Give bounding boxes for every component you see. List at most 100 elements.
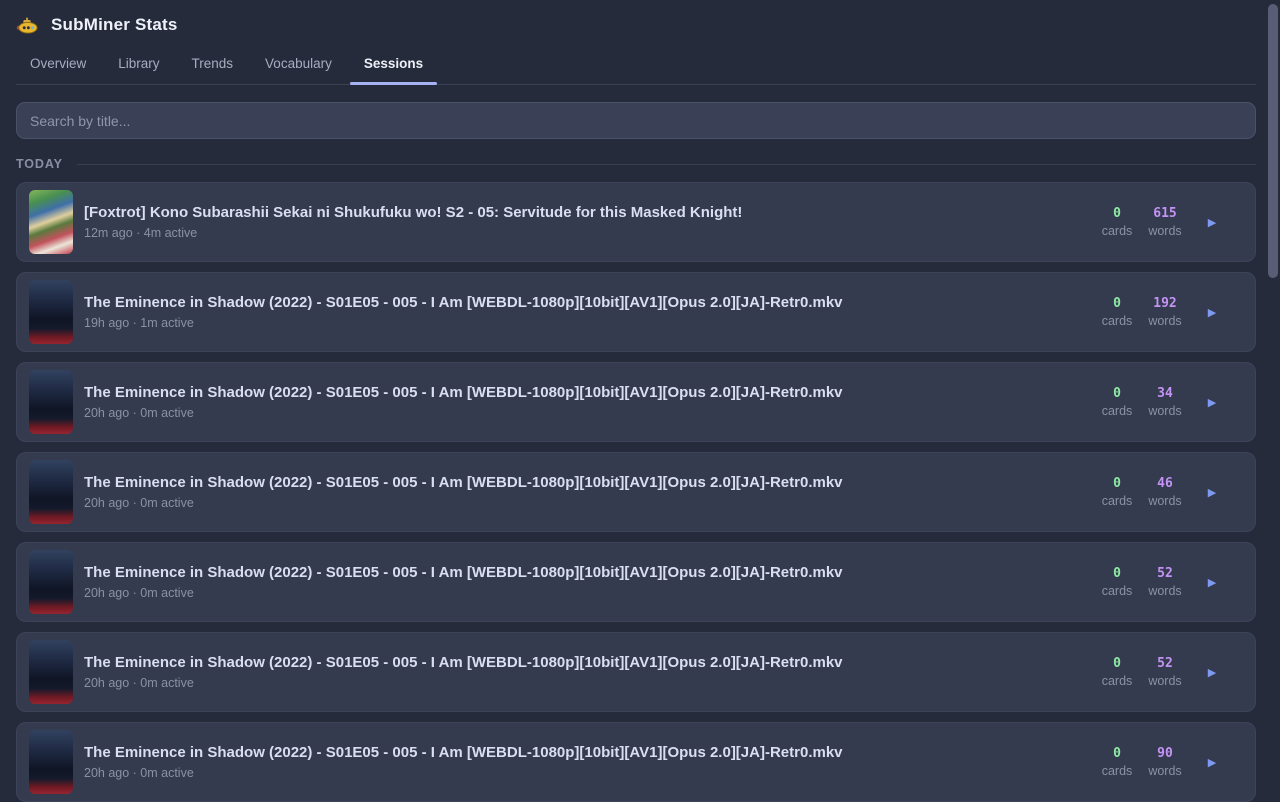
cards-label: cards (1093, 674, 1141, 688)
cards-label: cards (1093, 404, 1141, 418)
tab-trends[interactable]: Trends (178, 46, 248, 84)
cards-count: 0 (1093, 476, 1141, 491)
cards-label: cards (1093, 224, 1141, 238)
session-meta: 12m ago · 4m active (84, 226, 1093, 240)
tab-vocabulary[interactable]: Vocabulary (251, 46, 346, 84)
cards-count: 0 (1093, 296, 1141, 311)
words-count: 615 (1141, 206, 1189, 221)
play-button[interactable]: ▶ (1197, 210, 1227, 235)
search-input[interactable] (16, 102, 1256, 139)
cards-stat: 0 cards (1093, 476, 1141, 508)
cards-stat: 0 cards (1093, 566, 1141, 598)
play-button[interactable]: ▶ (1197, 570, 1227, 595)
session-card[interactable]: The Eminence in Shadow (2022) - S01E05 -… (16, 452, 1256, 532)
session-thumbnail (29, 640, 73, 704)
words-label: words (1141, 224, 1189, 238)
session-meta: 19h ago · 1m active (84, 316, 1093, 330)
words-count: 52 (1141, 656, 1189, 671)
play-button[interactable]: ▶ (1197, 480, 1227, 505)
session-meta: 20h ago · 0m active (84, 406, 1093, 420)
words-stat: 52 words (1141, 566, 1189, 598)
cards-count: 0 (1093, 206, 1141, 221)
scrollbar-thumb[interactable] (1268, 4, 1278, 278)
submarine-icon (16, 14, 38, 36)
words-stat: 90 words (1141, 746, 1189, 778)
play-icon: ▶ (1208, 217, 1216, 229)
words-stat: 52 words (1141, 656, 1189, 688)
play-icon: ▶ (1208, 757, 1216, 769)
cards-label: cards (1093, 764, 1141, 778)
words-stat: 192 words (1141, 296, 1189, 328)
tab-bar: Overview Library Trends Vocabulary Sessi… (16, 46, 1256, 85)
cards-count: 0 (1093, 746, 1141, 761)
tab-sessions[interactable]: Sessions (350, 46, 437, 84)
session-card[interactable]: The Eminence in Shadow (2022) - S01E05 -… (16, 272, 1256, 352)
section-header-today: TODAY (16, 156, 1256, 172)
session-meta: 20h ago · 0m active (84, 766, 1093, 780)
session-thumbnail (29, 730, 73, 794)
words-stat: 615 words (1141, 206, 1189, 238)
play-icon: ▶ (1208, 577, 1216, 589)
section-divider (77, 164, 1256, 165)
cards-stat: 0 cards (1093, 296, 1141, 328)
session-meta: 20h ago · 0m active (84, 676, 1093, 690)
play-icon: ▶ (1208, 307, 1216, 319)
session-title: The Eminence in Shadow (2022) - S01E05 -… (84, 564, 1093, 581)
session-title: The Eminence in Shadow (2022) - S01E05 -… (84, 474, 1093, 491)
session-title: The Eminence in Shadow (2022) - S01E05 -… (84, 294, 1093, 311)
words-label: words (1141, 764, 1189, 778)
play-button[interactable]: ▶ (1197, 300, 1227, 325)
session-card[interactable]: The Eminence in Shadow (2022) - S01E05 -… (16, 632, 1256, 712)
cards-count: 0 (1093, 386, 1141, 401)
session-card[interactable]: [Foxtrot] Kono Subarashii Sekai ni Shuku… (16, 182, 1256, 262)
cards-label: cards (1093, 314, 1141, 328)
section-label: TODAY (16, 157, 63, 171)
words-label: words (1141, 494, 1189, 508)
play-button[interactable]: ▶ (1197, 390, 1227, 415)
play-icon: ▶ (1208, 487, 1216, 499)
words-count: 192 (1141, 296, 1189, 311)
session-card[interactable]: The Eminence in Shadow (2022) - S01E05 -… (16, 722, 1256, 802)
session-title: [Foxtrot] Kono Subarashii Sekai ni Shuku… (84, 204, 1093, 221)
session-thumbnail (29, 190, 73, 254)
session-thumbnail (29, 370, 73, 434)
cards-stat: 0 cards (1093, 386, 1141, 418)
app-header: SubMiner Stats (16, 0, 1256, 36)
session-title: The Eminence in Shadow (2022) - S01E05 -… (84, 654, 1093, 671)
words-label: words (1141, 584, 1189, 598)
cards-stat: 0 cards (1093, 206, 1141, 238)
play-icon: ▶ (1208, 667, 1216, 679)
page: SubMiner Stats Overview Library Trends V… (0, 0, 1280, 802)
session-title: The Eminence in Shadow (2022) - S01E05 -… (84, 744, 1093, 761)
words-label: words (1141, 314, 1189, 328)
cards-label: cards (1093, 494, 1141, 508)
tab-overview[interactable]: Overview (16, 46, 100, 84)
session-meta: 20h ago · 0m active (84, 496, 1093, 510)
words-label: words (1141, 404, 1189, 418)
words-label: words (1141, 674, 1189, 688)
session-meta: 20h ago · 0m active (84, 586, 1093, 600)
page-title: SubMiner Stats (51, 15, 178, 35)
words-count: 90 (1141, 746, 1189, 761)
play-icon: ▶ (1208, 397, 1216, 409)
session-card[interactable]: The Eminence in Shadow (2022) - S01E05 -… (16, 542, 1256, 622)
play-button[interactable]: ▶ (1197, 750, 1227, 775)
session-list: [Foxtrot] Kono Subarashii Sekai ni Shuku… (16, 182, 1256, 802)
session-card[interactable]: The Eminence in Shadow (2022) - S01E05 -… (16, 362, 1256, 442)
cards-count: 0 (1093, 656, 1141, 671)
cards-stat: 0 cards (1093, 746, 1141, 778)
session-thumbnail (29, 550, 73, 614)
words-stat: 34 words (1141, 386, 1189, 418)
words-stat: 46 words (1141, 476, 1189, 508)
words-count: 34 (1141, 386, 1189, 401)
session-title: The Eminence in Shadow (2022) - S01E05 -… (84, 384, 1093, 401)
words-count: 52 (1141, 566, 1189, 581)
session-thumbnail (29, 280, 73, 344)
tab-library[interactable]: Library (104, 46, 173, 84)
session-thumbnail (29, 460, 73, 524)
cards-label: cards (1093, 584, 1141, 598)
cards-stat: 0 cards (1093, 656, 1141, 688)
cards-count: 0 (1093, 566, 1141, 581)
words-count: 46 (1141, 476, 1189, 491)
play-button[interactable]: ▶ (1197, 660, 1227, 685)
